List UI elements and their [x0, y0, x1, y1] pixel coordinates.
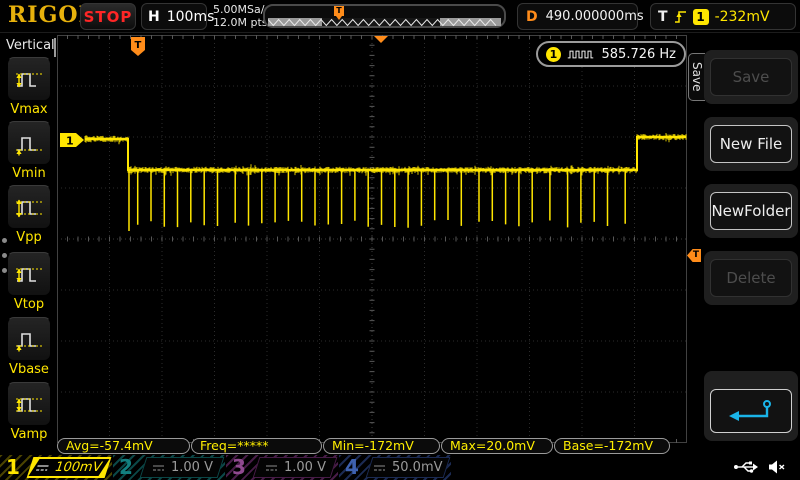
top-status-bar: RIGOL STOP H 100ms 5.00MSa/s 12.0M pts T…	[0, 0, 800, 33]
h-label: H	[148, 8, 160, 25]
counter-value: 585.726 Hz	[601, 46, 677, 62]
channel-1-status[interactable]: 1 100mV	[0, 455, 112, 480]
save-button[interactable]: Save	[710, 58, 792, 96]
slope-rising-icon	[674, 11, 686, 23]
left-measure-menu: Vertical Vmax Vmin Vpp Vtop Vbase Vamp	[0, 33, 57, 453]
horizontal-timebase-box: H 100ms	[141, 3, 214, 30]
vamp-icon	[16, 398, 42, 412]
channel-3-status[interactable]: 3 1.00 V	[226, 455, 338, 480]
channel-1-scale: 100mV	[52, 460, 105, 475]
delay-value: 490.000000ms	[545, 9, 644, 24]
menu-item-vpp[interactable]: Vpp	[7, 185, 51, 245]
coupling-dc-icon	[374, 464, 386, 471]
channel-2-scale: 1.00 V	[170, 460, 213, 475]
coupling-dc-icon	[36, 464, 50, 471]
timebase-value: 100ms	[166, 8, 215, 25]
t-label: T	[658, 8, 668, 25]
channel-status-bar: 1 100mV 2 1.00 V 3 1.00 V 4 50.0mV	[0, 455, 800, 480]
measurement-freq[interactable]: Freq=*****	[191, 438, 322, 454]
svg-text:1: 1	[66, 135, 74, 148]
memory-trigger-position-icon: T	[334, 6, 344, 20]
usb-icon	[734, 461, 758, 473]
left-menu-title: Vertical	[6, 38, 56, 57]
trigger-source-badge: 1	[692, 8, 709, 25]
measurement-min[interactable]: Min=-172mV	[323, 438, 440, 454]
delete-button[interactable]: Delete	[710, 259, 792, 297]
vpp-icon	[16, 199, 42, 218]
measurement-avg[interactable]: Avg=-57.4mV	[57, 438, 190, 454]
vmax-icon	[16, 73, 42, 88]
menu-item-vmin[interactable]: Vmin	[7, 121, 51, 181]
graticule-and-trace: 1T	[57, 35, 687, 444]
vmin-icon	[16, 137, 42, 156]
memory-waveform-icon	[268, 18, 497, 27]
menu-page-dots	[2, 228, 7, 283]
d-label: D	[526, 8, 538, 25]
trigger-level-value: -232mV	[714, 8, 770, 25]
system-status-icons	[733, 459, 786, 475]
new-folder-button[interactable]: NewFolder	[710, 192, 792, 230]
counter-channel-badge: 1	[546, 46, 561, 62]
new-file-button[interactable]: New File	[710, 125, 792, 163]
waveform-display-area: 1T	[57, 35, 687, 444]
coupling-dc-icon	[152, 464, 164, 471]
oscilloscope-screen: RIGOL STOP H 100ms 5.00MSa/s 12.0M pts T…	[0, 0, 800, 480]
channel-2-status[interactable]: 2 1.00 V	[113, 455, 225, 480]
channel-4-status[interactable]: 4 50.0mV	[339, 455, 451, 480]
menu-item-vbase[interactable]: Vbase	[7, 317, 51, 377]
acquisition-info: 5.00MSa/s 12.0M pts	[213, 3, 270, 29]
memory-position-bar: T	[263, 4, 506, 28]
measurement-max[interactable]: Max=20.0mV	[441, 438, 553, 454]
channel-4-scale: 50.0mV	[392, 460, 443, 475]
back-button[interactable]	[710, 389, 792, 433]
vtop-icon	[16, 268, 42, 283]
menu-tab-save: Save	[688, 53, 705, 101]
square-wave-icon	[567, 50, 594, 58]
memory-depth: 12.0M pts	[213, 16, 268, 29]
measurement-base[interactable]: Base=-172mV	[554, 438, 670, 454]
trigger-box: T 1 -232mV	[650, 3, 796, 30]
channel-3-scale: 1.00 V	[283, 460, 326, 475]
sample-rate: 5.00MSa/s	[213, 3, 271, 16]
coupling-dc-icon	[265, 464, 277, 471]
delay-box: D 490.000000ms	[517, 3, 644, 30]
frequency-counter: 1 585.726 Hz	[536, 41, 686, 67]
right-soft-menu: Save Save New File NewFolder Delete	[687, 33, 800, 455]
menu-item-vmax[interactable]: Vmax	[7, 57, 51, 117]
svg-text:T: T	[135, 40, 142, 51]
speaker-muted-icon	[769, 460, 785, 474]
return-arrow-icon	[729, 400, 771, 421]
vbase-icon	[16, 333, 42, 352]
menu-item-vtop[interactable]: Vtop	[7, 252, 51, 312]
run-state-badge: STOP	[80, 3, 136, 30]
menu-item-vamp[interactable]: Vamp	[7, 382, 51, 442]
